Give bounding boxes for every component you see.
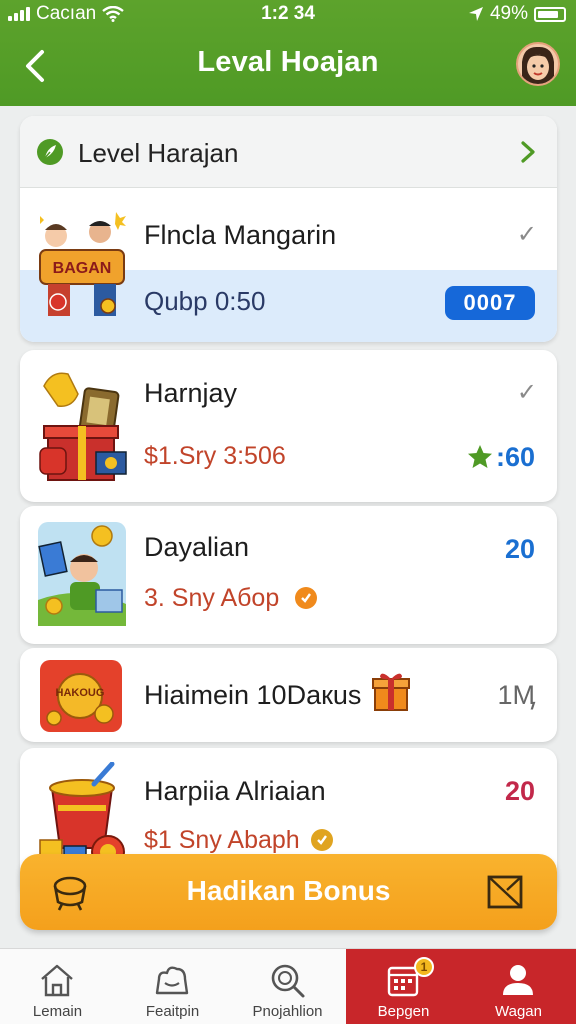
item-2-check-icon: ✓ [516,379,537,406]
battery-icon [534,6,566,22]
level-card-group: Level Harajan BAGAN Flncla Mangarin ✓ Qu… [20,116,557,342]
item-1-check-icon: ✓ [516,221,537,248]
item-1-name: Flncla Mangarin [144,220,337,250]
bonus-button-label: Hadikan Bonus [186,875,391,906]
app-header: Cacıan 1:2 34 49% Leval Hoajan [0,0,576,106]
tab-label-lemain: Lemain [32,1003,83,1020]
location-arrow-icon [468,7,483,21]
list-item-1[interactable]: BAGAN Flncla Mangarin ✓ Qubp 0:50 0007 [20,188,557,342]
item-4-gift-icon [372,673,410,711]
item-4-thumb-text: HAKOUG [56,687,105,699]
section-title: Level Harajan [78,138,239,168]
item-2-thumbnail [39,372,127,481]
bag-icon [155,966,189,995]
magnifier-icon [271,964,305,998]
item-3-subtitle: 3. Sny Aбop [144,584,280,612]
tab-label-bepgen: Bepgen [377,1003,430,1020]
item-1-thumbnail: BAGAN [39,212,126,316]
item-1-subtitle: Qubp 0:50 [144,286,266,316]
item-3-value: 20 [504,534,535,564]
notification-badge: 1 [414,957,434,977]
item-1-thumb-text: BAGAN [53,260,112,277]
tab-pnojahlion[interactable]: Pnojahlion [230,949,345,1024]
status-right: 49% [468,3,566,25]
title-row: Leval Hoajan [0,40,576,90]
item-1-value-badge: 0007 [445,286,535,320]
person-icon [503,965,533,995]
chevron-right-icon[interactable] [517,138,539,166]
item-5-subtitle: $1 Sny Abaph [144,826,300,854]
tab-lemain[interactable]: Lemain [0,949,115,1024]
avatar-face-icon [522,46,554,84]
item-2-value: :60 [495,442,535,472]
battery-percent: 49% [489,3,528,24]
leaf-icon [37,139,63,165]
item-4-name: Hiaimein 10Daкus [144,680,362,710]
list-item-4[interactable]: HAKOUG Hiaimein 10Daкus 1Ӎ [20,648,557,742]
item-2-subtitle: $1.Sry 3:506 [144,442,286,470]
item-3-name: Dayalian [144,532,250,562]
item-5-name: Harpiia Alriaian [144,776,326,806]
item-5-value: 20 [504,776,535,806]
tab-feaitpin[interactable]: Feaitpin [115,949,230,1024]
list-item-3[interactable]: Dayalian 20 3. Sny Aбop [20,506,557,644]
avatar[interactable] [516,42,560,86]
item-2-name: Harnjay [144,378,238,408]
tab-label-feaitpin: Feaitpin [145,1003,200,1020]
status-bar: Cacıan 1:2 34 49% [0,0,576,28]
tab-label-wagan: Wagan [495,1003,542,1020]
item-5-coin-icon [311,829,333,851]
tab-bar: Lemain Feaitpin Pnojahlion 1 Bepgen Waga… [0,948,576,1024]
section-header[interactable]: Level Harajan [20,116,557,188]
tab-wagan[interactable]: Wagan [461,949,576,1024]
home-icon [41,964,73,997]
list-item-2[interactable]: Harnjay ✓ $1.Sry 3:506 :60 [20,350,557,502]
envelope-icon [487,875,523,909]
item-3-coin-icon [295,587,317,609]
tab-label-pnojahlion: Pnojahlion [252,1003,323,1020]
item-4-thumbnail: HAKOUG [40,660,122,732]
bonus-button[interactable]: Hadikan Bonus [20,854,557,930]
item-4-value: 1Ӎ [497,680,535,710]
item-3-thumbnail [38,522,126,626]
tab-bepgen[interactable]: 1 Bepgen [346,949,461,1024]
page-title: Leval Hoajan [197,46,379,78]
item-2-star-icon [468,445,492,468]
